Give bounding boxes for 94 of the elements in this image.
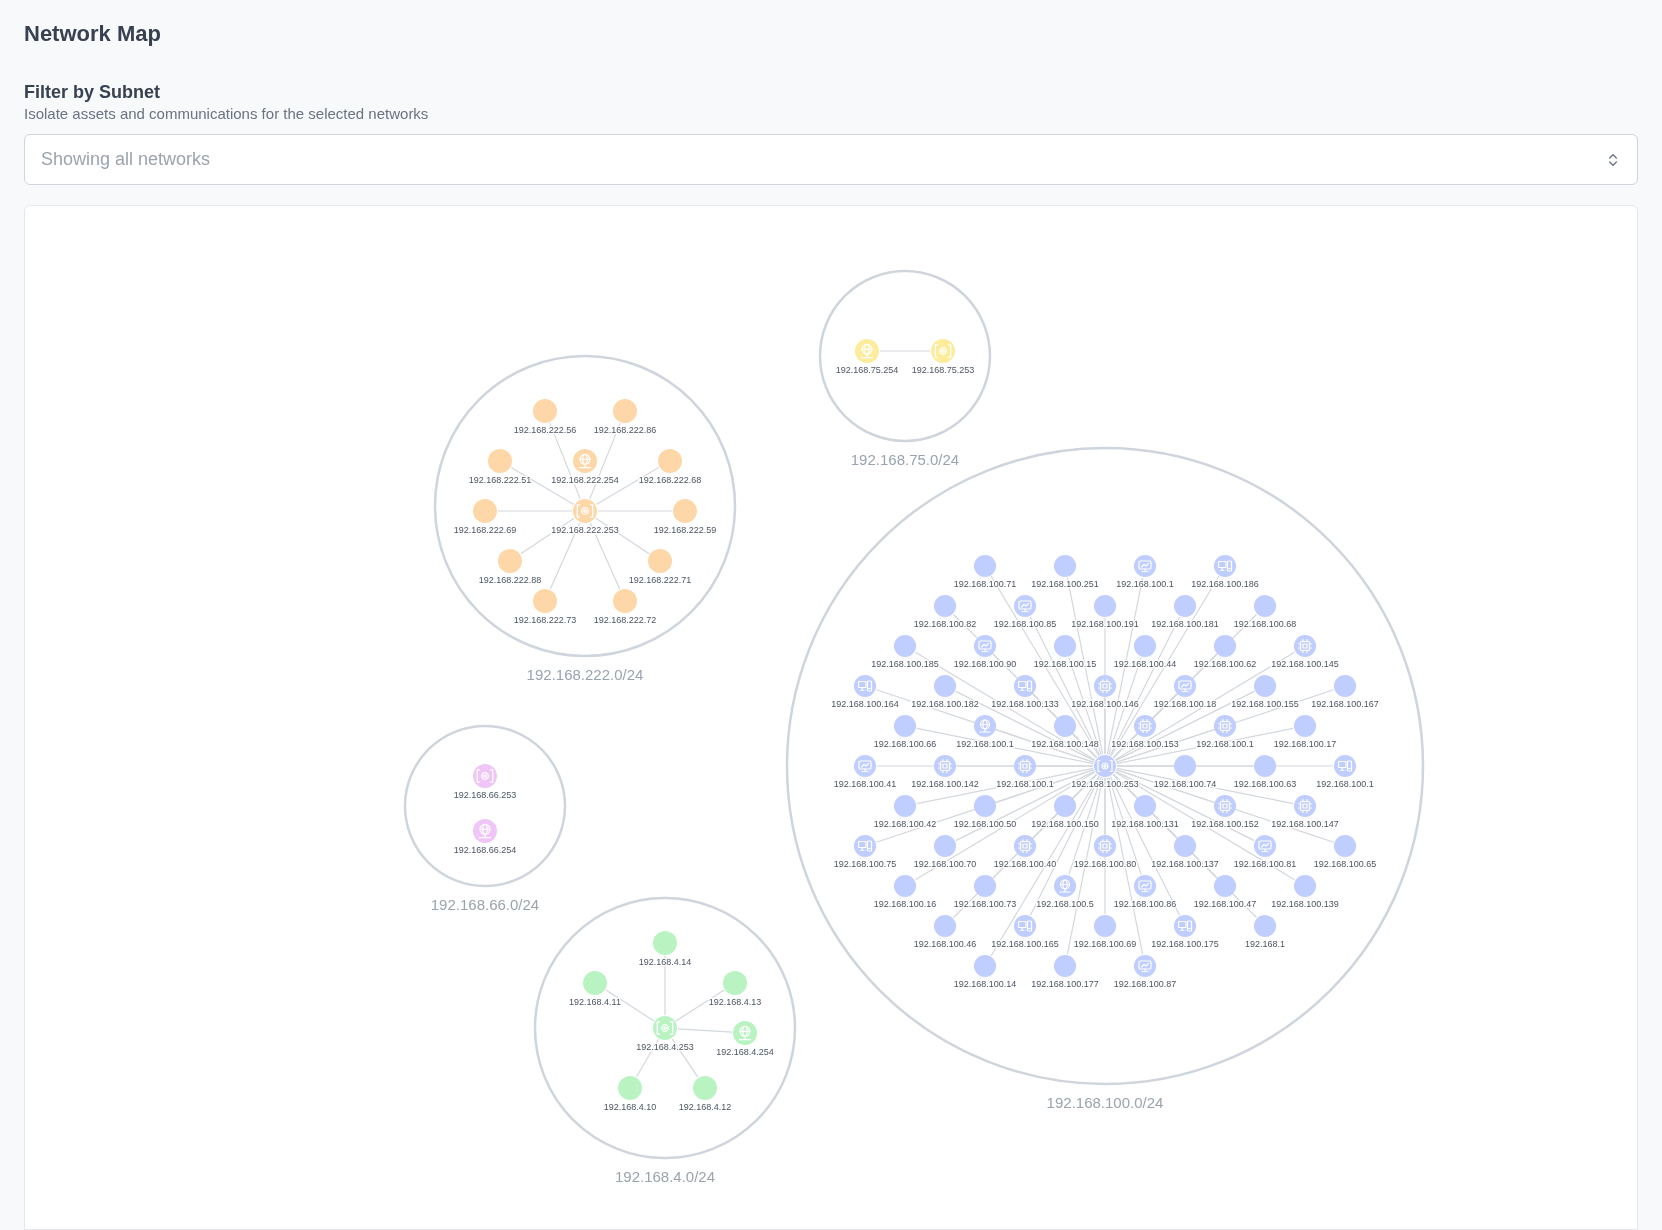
ip-label: 192.168.222.71 — [628, 575, 692, 585]
ip-label: 192.168.222.59 — [653, 525, 717, 535]
ip-label: 192.168.100.75 — [833, 859, 897, 869]
ip-label: 192.168.4.12 — [678, 1102, 732, 1112]
ip-label: 192.168.100.155 — [1231, 699, 1299, 709]
ip-label: 192.168.100.87 — [1113, 979, 1177, 989]
ip-label: 192.168.100.82 — [913, 619, 977, 629]
ip-label: 192.168.4.14 — [638, 957, 692, 967]
ip-label: 192.168.222.88 — [478, 575, 542, 585]
ip-label: 192.168.100.68 — [1233, 619, 1297, 629]
ip-label: 192.168.4.13 — [708, 997, 762, 1007]
ip-label: 192.168.100.14 — [953, 979, 1017, 989]
ip-label: 192.168.100.16 — [873, 899, 937, 909]
subnet-label: 192.168.4.0/24 — [614, 1168, 716, 1185]
ip-label: 192.168.100.1 — [956, 739, 1014, 749]
ip-label: 192.168.100.177 — [1031, 979, 1099, 989]
ip-label: 192.168.100.81 — [1233, 859, 1297, 869]
ip-label: 192.168.100.5 — [1036, 899, 1094, 909]
ip-label: 192.168.100.62 — [1193, 659, 1257, 669]
ip-label: 192.168.222.86 — [593, 425, 657, 435]
ip-label: 192.168.100.1 — [1116, 579, 1174, 589]
ip-label: 192.168.100.80 — [1073, 859, 1137, 869]
ip-label: 192.168.100.69 — [1073, 939, 1137, 949]
ip-label: 192.168.100.42 — [873, 819, 937, 829]
ip-label: 192.168.100.1 — [1316, 779, 1374, 789]
ip-label: 192.168.100.63 — [1233, 779, 1297, 789]
filter-label: Filter by Subnet — [24, 81, 161, 104]
ip-label: 192.168.222.253 — [551, 525, 619, 535]
ip-label: 192.168.100.73 — [953, 899, 1017, 909]
ip-label: 192.168.4.253 — [636, 1042, 694, 1052]
ip-label: 192.168.100.153 — [1111, 739, 1179, 749]
ip-label: 192.168.100.175 — [1151, 939, 1219, 949]
ip-label: 192.168.100.145 — [1271, 659, 1339, 669]
ip-label: 192.168.100.150 — [1031, 819, 1099, 829]
ip-label: 192.168.4.10 — [603, 1102, 657, 1112]
ip-label: 192.168.75.254 — [835, 365, 899, 375]
ip-label: 192.168.100.86 — [1113, 899, 1177, 909]
ip-label: 192.168.1 — [1245, 939, 1285, 949]
subnet-label: 192.168.66.0/24 — [430, 896, 540, 913]
ip-label: 192.168.100.165 — [991, 939, 1059, 949]
ip-label: 192.168.66.253 — [453, 790, 517, 800]
ip-label: 192.168.100.133 — [991, 699, 1059, 709]
ip-label: 192.168.100.167 — [1311, 699, 1379, 709]
ip-label: 192.168.222.254 — [551, 475, 619, 485]
ip-label: 192.168.75.253 — [911, 365, 975, 375]
page-title: Network Map — [24, 20, 162, 48]
ip-label: 192.168.100.65 — [1313, 859, 1377, 869]
ip-label: 192.168.100.253 — [1071, 779, 1139, 789]
ip-label: 192.168.222.69 — [453, 525, 517, 535]
ip-label: 192.168.100.191 — [1071, 619, 1139, 629]
ip-label: 192.168.100.182 — [911, 699, 979, 709]
ip-label: 192.168.100.71 — [953, 579, 1017, 589]
ip-label: 192.168.222.51 — [468, 475, 532, 485]
ip-label: 192.168.100.50 — [953, 819, 1017, 829]
ip-label: 192.168.100.147 — [1271, 819, 1339, 829]
ip-label: 192.168.100.1 — [1196, 739, 1254, 749]
ip-label: 192.168.100.90 — [953, 659, 1017, 669]
ip-label: 192.168.100.142 — [911, 779, 979, 789]
ip-label: 192.168.222.73 — [513, 615, 577, 625]
ip-label: 192.168.100.46 — [913, 939, 977, 949]
ip-label: 192.168.4.11 — [569, 997, 621, 1007]
ip-label: 192.168.100.131 — [1111, 819, 1179, 829]
subnet-label: 192.168.222.0/24 — [526, 666, 644, 683]
subnet-label: 192.168.75.0/24 — [850, 451, 960, 468]
ip-label: 192.168.100.44 — [1113, 659, 1177, 669]
ip-label: 192.168.100.85 — [993, 619, 1057, 629]
ip-label: 192.168.100.40 — [993, 859, 1057, 869]
ip-label: 192.168.100.47 — [1193, 899, 1257, 909]
ip-label: 192.168.100.74 — [1153, 779, 1217, 789]
ip-label: 192.168.100.181 — [1151, 619, 1219, 629]
ip-label: 192.168.100.66 — [873, 739, 937, 749]
ip-label: 192.168.100.148 — [1031, 739, 1099, 749]
ip-label: 192.168.100.164 — [831, 699, 899, 709]
ip-label: 192.168.100.17 — [1273, 739, 1337, 749]
ip-label: 192.168.100.186 — [1191, 579, 1259, 589]
ip-label: 192.168.100.18 — [1153, 699, 1217, 709]
ip-label: 192.168.100.251 — [1031, 579, 1099, 589]
ip-label: 192.168.100.152 — [1191, 819, 1259, 829]
ip-label: 192.168.100.137 — [1151, 859, 1219, 869]
ip-label: 192.168.4.254 — [716, 1047, 774, 1057]
ip-label: 192.168.100.41 — [833, 779, 897, 789]
filter-description: Isolate assets and communications for the selected networks — [24, 104, 430, 124]
ip-label: 192.168.100.15 — [1033, 659, 1097, 669]
ip-label: 192.168.222.68 — [638, 475, 702, 485]
subnet-label: 192.168.100.0/24 — [1046, 1094, 1164, 1111]
ip-label: 192.168.100.139 — [1271, 899, 1339, 909]
ip-label: 192.168.100.70 — [913, 859, 977, 869]
ip-label: 192.168.100.185 — [871, 659, 939, 669]
ip-label: 192.168.100.146 — [1071, 699, 1139, 709]
subnet-select[interactable]: Showing all networks — [24, 134, 1638, 185]
ip-label: 192.168.222.56 — [513, 425, 577, 435]
ip-label: 192.168.222.72 — [593, 615, 657, 625]
ip-label: 192.168.66.254 — [453, 845, 517, 855]
ip-label: 192.168.100.1 — [996, 779, 1054, 789]
